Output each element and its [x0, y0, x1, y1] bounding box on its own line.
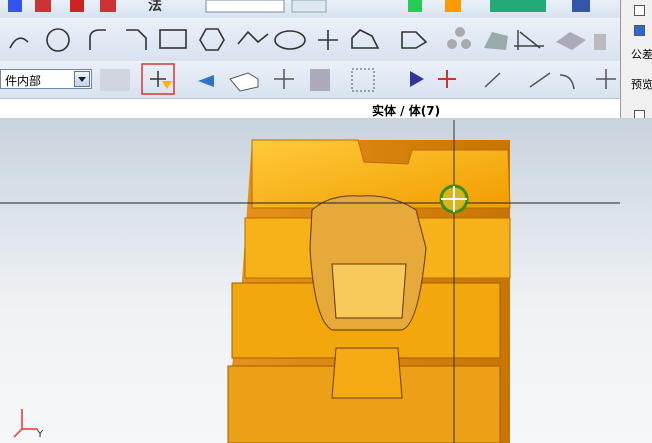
fillet-icon[interactable]: [89, 29, 106, 50]
extrude-icon[interactable]: [594, 34, 606, 50]
standard-toolbar: 法: [0, 0, 620, 19]
analysis-icon[interactable]: [408, 0, 422, 12]
selection-toolbar: 件内部: [0, 61, 620, 99]
checkbox-1[interactable]: [634, 5, 645, 16]
cavity-inner-face[interactable]: [331, 263, 407, 319]
project-curve-icon[interactable]: [401, 31, 428, 49]
sketch-icon[interactable]: [8, 0, 22, 12]
move-icon[interactable]: [310, 69, 330, 91]
snap-point-icon[interactable]: [274, 69, 294, 89]
view-orient-icon[interactable]: [229, 72, 259, 92]
simulation-icon[interactable]: [490, 0, 546, 12]
mold-part-model[interactable]: [0, 98, 620, 443]
rectangle-icon[interactable]: [159, 29, 187, 49]
extract-icon[interactable]: [484, 32, 508, 50]
selection-tools: [100, 63, 616, 95]
component-icon[interactable]: [100, 69, 130, 91]
standard-toolbar-icons: 法: [8, 0, 590, 14]
section-icon[interactable]: [514, 30, 544, 50]
svg-text:Y: Y: [36, 429, 44, 440]
point-icon[interactable]: [318, 30, 338, 50]
ejector-pocket[interactable]: [331, 347, 403, 399]
model-icon[interactable]: 法: [148, 0, 162, 14]
curve-toolbar: [0, 18, 620, 62]
line-icon[interactable]: [484, 72, 501, 88]
arc-icon[interactable]: [9, 37, 29, 49]
checkbox-2[interactable]: [634, 25, 645, 36]
select-arrow-icon[interactable]: [410, 71, 424, 87]
circle-icon[interactable]: [46, 28, 70, 52]
cross-icon[interactable]: [596, 69, 616, 89]
polygon-icon[interactable]: [199, 28, 225, 51]
preview-label: 预览: [631, 78, 652, 91]
trim-icon[interactable]: [556, 32, 586, 50]
undo-icon[interactable]: [198, 75, 214, 87]
spline-icon[interactable]: [237, 30, 269, 45]
line2-icon[interactable]: [529, 72, 551, 88]
view-icon[interactable]: [35, 0, 51, 12]
scale-box[interactable]: [205, 0, 285, 13]
tolerance-label: 公差: [631, 48, 652, 61]
arc2-icon[interactable]: [559, 74, 575, 90]
chamfer-icon[interactable]: [126, 29, 147, 50]
coordinate-triad: Y: [13, 409, 44, 440]
wrench-icon[interactable]: [445, 0, 461, 12]
curve-tools: [9, 27, 606, 52]
rectangle-select-icon[interactable]: [351, 68, 375, 92]
layer-icon[interactable]: [70, 0, 84, 12]
offset-curve-icon[interactable]: [351, 29, 380, 49]
extra-icon[interactable]: [572, 0, 590, 12]
drafting-icon[interactable]: [291, 0, 327, 13]
ellipse-icon[interactable]: [274, 30, 306, 50]
snap-center-icon[interactable]: [438, 70, 456, 88]
constraint-icon[interactable]: [100, 0, 116, 12]
